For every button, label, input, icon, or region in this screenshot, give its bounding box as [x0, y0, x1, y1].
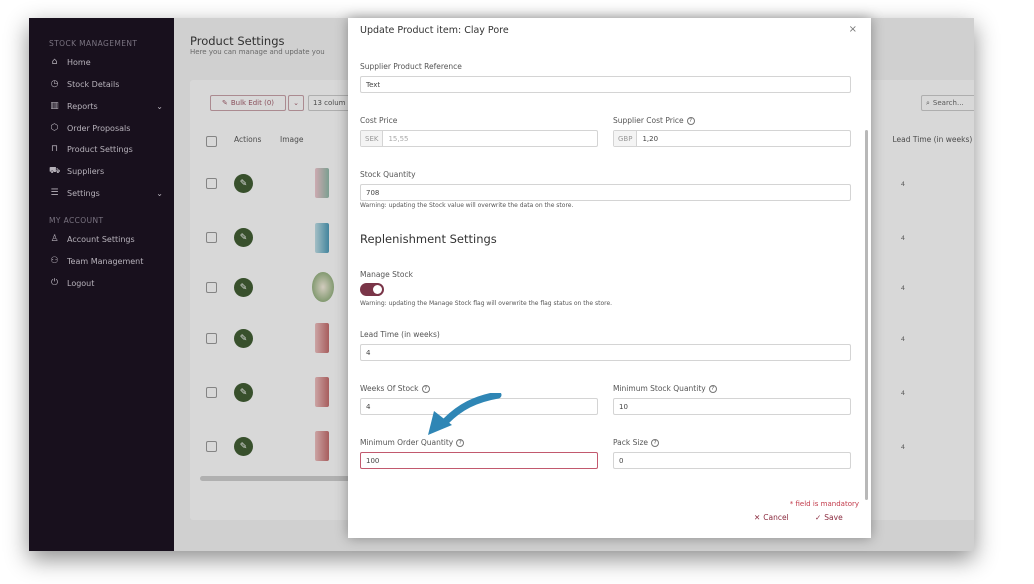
currency-prefix: GBP	[614, 131, 638, 146]
currency-prefix: SEK	[361, 131, 384, 146]
cancel-button[interactable]: ✕ Cancel	[754, 513, 789, 522]
pack-size-input[interactable]: 0	[613, 452, 851, 469]
modal-scrollbar[interactable]	[865, 130, 868, 500]
stock-qty-value: 708	[366, 188, 380, 197]
min-order-label: Minimum Order Quantity?	[360, 438, 465, 447]
pack-size-value: 0	[619, 456, 624, 465]
stock-warning: Warning: updating the Stock value will o…	[360, 202, 574, 209]
help-icon[interactable]: ?	[651, 439, 660, 447]
min-stock-label-text: Minimum Stock Quantity	[613, 384, 706, 393]
min-order-label-text: Minimum Order Quantity	[360, 438, 454, 447]
cost-price-input[interactable]: SEK 15,55	[360, 130, 598, 147]
pack-size-label: Pack Size?	[613, 438, 660, 447]
mandatory-note: * field is mandatory	[789, 500, 859, 508]
help-icon[interactable]: ?	[456, 439, 465, 447]
modal-title: Update Product item: Clay Pore	[360, 25, 509, 36]
close-icon[interactable]: ×	[849, 24, 857, 35]
stock-qty-input[interactable]: 708	[360, 184, 851, 201]
supplier-ref-label: Supplier Product Reference	[360, 62, 462, 71]
cost-price-value: 15,55	[388, 134, 409, 143]
supplier-ref-value: Text	[366, 80, 381, 89]
replenishment-heading: Replenishment Settings	[360, 232, 497, 246]
pack-size-label-text: Pack Size	[613, 438, 649, 447]
toggle-knob	[373, 285, 382, 294]
annotation-arrow-icon	[428, 393, 502, 435]
supplier-ref-input[interactable]: Text	[360, 76, 851, 93]
help-icon[interactable]: ?	[421, 385, 430, 393]
manage-stock-label: Manage Stock	[360, 270, 413, 279]
min-order-value: 100	[366, 456, 380, 465]
update-product-modal: Update Product item: Clay Pore × Supplie…	[348, 18, 871, 538]
min-stock-label: Minimum Stock Quantity?	[613, 384, 717, 393]
manage-stock-warning: Warning: updating the Manage Stock flag …	[360, 300, 613, 307]
min-stock-value: 10	[619, 402, 628, 411]
min-order-input[interactable]: 100	[360, 452, 598, 469]
supplier-cost-label: Supplier Cost Price?	[613, 116, 695, 125]
check-icon: ✓	[815, 513, 822, 522]
help-icon[interactable]: ?	[686, 117, 695, 125]
supplier-cost-value: 1,20	[642, 134, 659, 143]
save-label: Save	[824, 513, 843, 522]
weeks-of-stock-label: Weeks Of Stock?	[360, 384, 430, 393]
supplier-cost-input[interactable]: GBP 1,20	[613, 130, 851, 147]
min-stock-input[interactable]: 10	[613, 398, 851, 415]
help-icon[interactable]: ?	[708, 385, 717, 393]
lead-time-value: 4	[366, 348, 371, 357]
cancel-label: Cancel	[763, 513, 789, 522]
stock-qty-label: Stock Quantity	[360, 170, 416, 179]
lead-time-input[interactable]: 4	[360, 344, 851, 361]
cost-price-label: Cost Price	[360, 116, 398, 125]
save-button[interactable]: ✓ Save	[815, 513, 843, 522]
lead-time-label: Lead Time (in weeks)	[360, 330, 440, 339]
manage-stock-toggle[interactable]	[360, 283, 384, 296]
supplier-cost-label-text: Supplier Cost Price	[613, 116, 684, 125]
weeks-of-stock-label-text: Weeks Of Stock	[360, 384, 419, 393]
close-icon: ✕	[754, 513, 761, 522]
weeks-of-stock-value: 4	[366, 402, 371, 411]
